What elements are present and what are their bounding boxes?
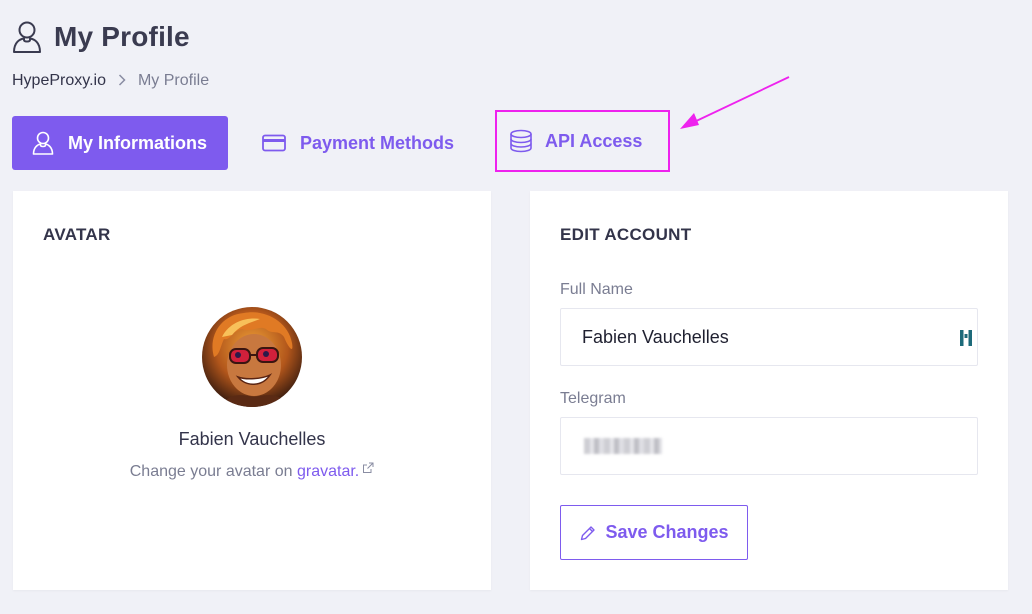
page-header: My Profile — [12, 20, 190, 54]
password-manager-icon[interactable] — [959, 329, 973, 347]
telegram-field[interactable] — [560, 417, 978, 475]
avatar-user-name: Fabien Vauchelles — [178, 429, 326, 449]
avatar — [202, 307, 302, 407]
profile-page: My Profile HypeProxy.io My Profile My In… — [0, 0, 1032, 614]
avatar-hint: Change your avatar on gravatar. — [13, 461, 491, 481]
pencil-icon — [581, 525, 596, 540]
breadcrumb-root-link[interactable]: HypeProxy.io — [12, 72, 106, 90]
edit-account-card: EDIT ACCOUNT Full Name Fabien Vauchelles… — [530, 191, 1008, 590]
chevron-right-icon — [118, 73, 126, 89]
credit-card-icon — [262, 134, 286, 152]
tab-api-access[interactable]: API Access — [495, 110, 670, 172]
user-icon — [32, 131, 54, 155]
tab-label: Payment Methods — [300, 132, 455, 153]
telegram-label: Telegram — [560, 390, 626, 407]
breadcrumb-current: My Profile — [137, 72, 210, 89]
breadcrumb: HypeProxy.io My Profile — [12, 72, 209, 90]
external-link-icon[interactable] — [362, 461, 374, 479]
edit-account-title: EDIT ACCOUNT — [560, 225, 692, 244]
full-name-field[interactable]: Fabien Vauchelles — [560, 308, 978, 366]
user-icon — [13, 21, 41, 53]
annotation-arrow-icon — [680, 76, 790, 129]
avatar-hint-text: Change your avatar on — [129, 463, 297, 480]
avatar-card: AVATAR Fabien Vauchelles Change your ava… — [13, 191, 491, 590]
page-title: My Profile — [54, 21, 190, 52]
database-icon — [510, 129, 532, 153]
save-changes-button[interactable]: Save Changes — [560, 505, 748, 560]
full-name-label: Full Name — [560, 281, 633, 298]
tab-label: API Access — [545, 130, 643, 151]
full-name-value: Fabien Vauchelles — [582, 326, 729, 347]
tab-label: My Informations — [68, 132, 208, 153]
avatar-card-title: AVATAR — [43, 225, 111, 244]
tab-my-informations[interactable]: My Informations — [12, 116, 228, 170]
save-changes-label: Save Changes — [605, 522, 729, 542]
gravatar-link[interactable]: gravatar. — [297, 463, 359, 480]
telegram-value-redacted — [584, 438, 662, 454]
tab-payment-methods[interactable]: Payment Methods — [262, 116, 454, 170]
